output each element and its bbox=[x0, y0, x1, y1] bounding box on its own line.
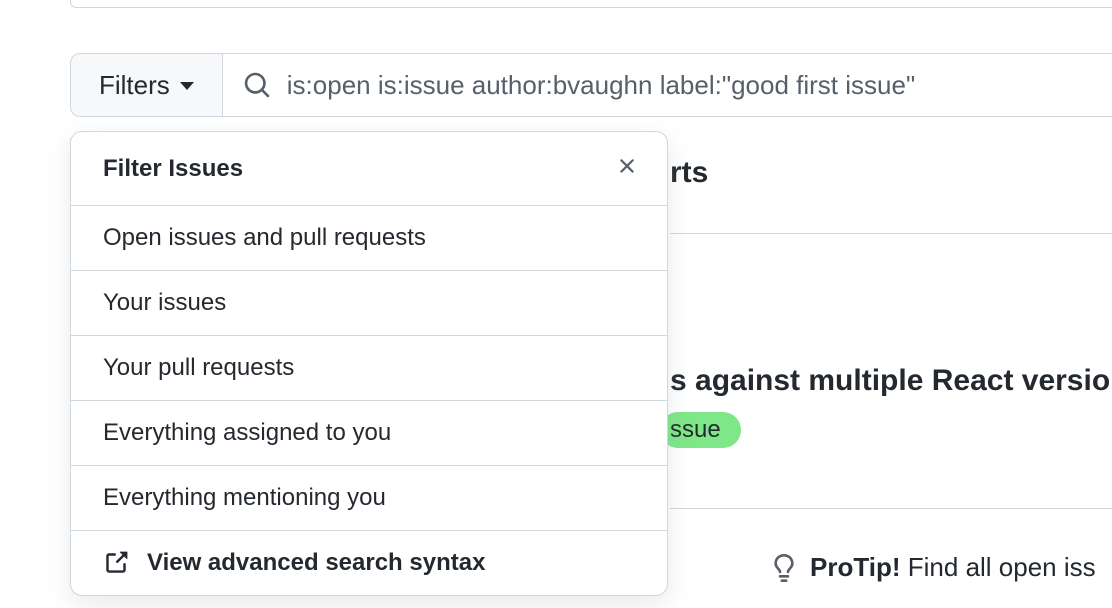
close-icon[interactable] bbox=[611, 150, 643, 187]
caret-down-icon bbox=[180, 82, 194, 90]
advanced-search-link[interactable]: View advanced search syntax bbox=[71, 531, 667, 595]
issue-title-partial: s against multiple React versio bbox=[670, 364, 1110, 398]
partial-text-rts: rts bbox=[670, 156, 708, 190]
dropdown-title: Filter Issues bbox=[103, 155, 243, 183]
filters-button[interactable]: Filters bbox=[70, 53, 223, 117]
filter-option-your-issues[interactable]: Your issues bbox=[71, 271, 667, 336]
divider bbox=[670, 233, 1112, 234]
filter-option-assigned[interactable]: Everything assigned to you bbox=[71, 401, 667, 466]
advanced-search-label: View advanced search syntax bbox=[147, 549, 485, 577]
filter-option-open-issues-prs[interactable]: Open issues and pull requests bbox=[71, 206, 667, 271]
link-external-icon bbox=[103, 550, 129, 576]
label-badge[interactable]: ssue bbox=[660, 412, 741, 448]
search-container bbox=[223, 53, 1112, 117]
divider-2 bbox=[670, 508, 1112, 509]
filter-option-your-prs[interactable]: Your pull requests bbox=[71, 336, 667, 401]
filters-button-label: Filters bbox=[99, 70, 170, 101]
search-icon bbox=[243, 71, 271, 99]
search-input[interactable] bbox=[287, 70, 1092, 101]
dropdown-header: Filter Issues bbox=[71, 132, 667, 206]
top-border bbox=[70, 0, 1112, 8]
protip-label: ProTip! bbox=[810, 552, 901, 582]
filters-dropdown: Filter Issues Open issues and pull reque… bbox=[70, 131, 668, 596]
protip-row: ProTip! Find all open iss bbox=[770, 552, 1096, 583]
filter-option-mentioning[interactable]: Everything mentioning you bbox=[71, 466, 667, 531]
lightbulb-icon bbox=[770, 554, 798, 582]
protip-text: Find all open iss bbox=[908, 552, 1096, 582]
filter-bar: Filters bbox=[70, 53, 1112, 117]
